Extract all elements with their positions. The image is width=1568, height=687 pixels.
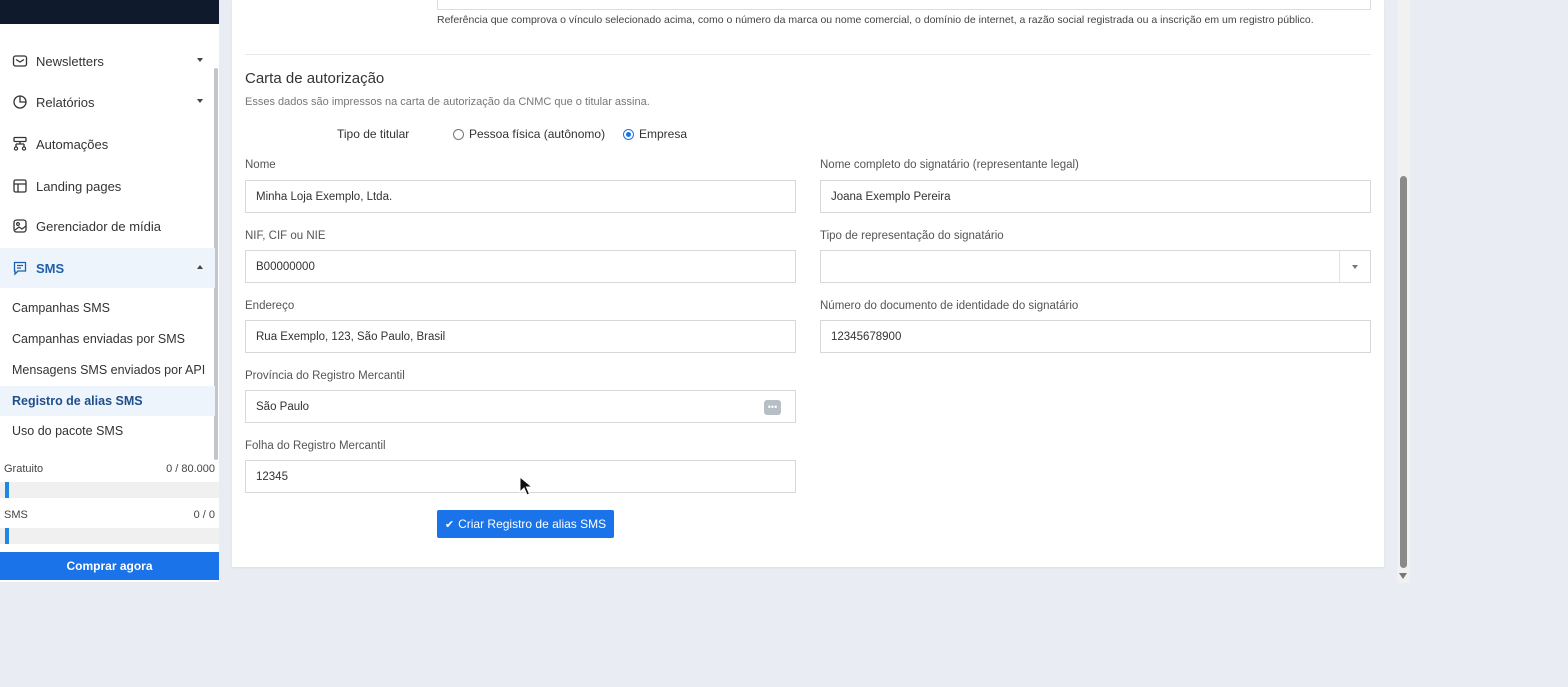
signatory-name-input[interactable]: Joana Exemplo Pereira [820, 180, 1371, 213]
form-card: Referência que comprova o vínculo seleci… [232, 0, 1384, 567]
id-doc-label: Número do documento de identidade do sig… [820, 300, 1079, 312]
pie-chart-icon [12, 94, 28, 110]
holder-type-label: Tipo de titular [337, 127, 410, 141]
usage-progress-fill [5, 528, 9, 544]
address-input[interactable]: Rua Exemplo, 123, São Paulo, Brasil [245, 320, 796, 353]
name-input[interactable]: Minha Loja Exemplo, Ltda. [245, 180, 796, 213]
section-description: Esses dados são impressos na carta de au… [245, 96, 650, 108]
id-doc-value: 12345678900 [831, 330, 902, 343]
sheet-value: 12345 [256, 470, 288, 483]
section-divider [245, 54, 1371, 55]
sidebar-item-landing-pages[interactable]: Landing pages [0, 166, 215, 206]
usage-row-sms: SMS 0 / 0 [4, 509, 215, 521]
more-options-icon[interactable]: ••• [764, 400, 781, 415]
sidebar-item-label: Automações [36, 136, 109, 152]
automation-icon [12, 136, 28, 152]
chevron-down-icon[interactable] [1339, 251, 1370, 282]
sidebar-item-label: Relatórios [36, 94, 95, 110]
address-label: Endereço [245, 300, 295, 312]
province-label: Província do Registro Mercantil [245, 370, 405, 382]
chevron-down-icon [197, 99, 203, 103]
scroll-down-arrow-icon[interactable] [1399, 573, 1407, 579]
sidebar-item-newsletters[interactable]: Newsletters [0, 41, 215, 81]
radio-checked-icon [623, 128, 634, 140]
usage-progress-sms [0, 528, 219, 544]
usage-value: 0 / 0 [193, 509, 215, 521]
sidebar-topbar [0, 0, 219, 24]
signatory-name-value: Joana Exemplo Pereira [831, 190, 951, 203]
radio-unchecked-icon [453, 128, 464, 140]
province-value: São Paulo [256, 400, 310, 413]
sidebar-item-label: Landing pages [36, 178, 122, 194]
usage-progress-free [0, 482, 219, 498]
image-icon [12, 218, 28, 234]
sidebar-subitem-sent-sms-campaigns[interactable]: Campanhas enviadas por SMS [0, 324, 215, 354]
sidebar-item-sms[interactable]: SMS [0, 248, 215, 288]
sidebar-subitem-sms-package-usage[interactable]: Uso do pacote SMS [0, 416, 215, 446]
sidebar-item-label: Gerenciador de mídia [36, 218, 162, 234]
create-alias-button[interactable]: ✔ Criar Registro de alias SMS [437, 510, 614, 538]
nif-label: NIF, CIF ou NIE [245, 230, 326, 242]
province-input[interactable]: São Paulo ••• [245, 390, 796, 423]
sidebar-subitem-sms-alias-registry[interactable]: Registro de alias SMS [0, 386, 215, 416]
chevron-up-icon [197, 265, 203, 269]
name-label: Nome [245, 159, 276, 171]
usage-label: Gratuito [4, 463, 44, 475]
usage-row-free: Gratuito 0 / 80.000 [4, 463, 215, 475]
nif-input[interactable]: B00000000 [245, 250, 796, 283]
layout-icon [12, 178, 28, 194]
sidebar-subitem-api-sms-messages[interactable]: Mensagens SMS enviados por API [0, 355, 215, 385]
address-value: Rua Exemplo, 123, São Paulo, Brasil [256, 330, 446, 343]
usage-value: 0 / 80.000 [166, 463, 215, 475]
nif-value: B00000000 [256, 260, 315, 273]
usage-progress-fill [5, 482, 9, 498]
check-icon: ✔ [444, 518, 455, 531]
section-title: Carta de autorização [245, 70, 385, 87]
id-doc-input[interactable]: 12345678900 [820, 320, 1371, 353]
name-value: Minha Loja Exemplo, Ltda. [256, 190, 393, 203]
representation-select[interactable] [820, 250, 1371, 283]
sidebar-subitem-sms-campaigns[interactable]: Campanhas SMS [0, 293, 215, 323]
mouse-cursor-icon [519, 476, 533, 496]
chevron-down-icon [197, 58, 203, 62]
radio-company[interactable]: Empresa [623, 127, 687, 141]
sidebar-item-label: Newsletters [36, 53, 104, 69]
sidebar-item-automations[interactable]: Automações [0, 124, 215, 164]
buy-now-button[interactable]: Comprar agora [0, 552, 219, 580]
reference-help-text: Referência que comprova o vínculo seleci… [437, 14, 1314, 26]
sms-icon [12, 260, 28, 276]
usage-label: SMS [4, 509, 28, 521]
signatory-name-label: Nome completo do signatário (representan… [820, 159, 1079, 171]
reference-input[interactable] [437, 0, 1371, 10]
page-scrollbar-thumb[interactable] [1400, 176, 1407, 568]
representation-label: Tipo de representação do signatário [820, 230, 1004, 242]
radio-label: Pessoa física (autônomo) [469, 127, 606, 141]
sheet-label: Folha do Registro Mercantil [245, 440, 386, 452]
sidebar-item-reports[interactable]: Relatórios [0, 82, 215, 122]
sidebar: Newsletters Relatórios Automações Landin… [0, 0, 219, 582]
create-alias-button-label: Criar Registro de alias SMS [458, 517, 607, 531]
newsletter-icon [12, 53, 28, 69]
sidebar-item-media-manager[interactable]: Gerenciador de mídia [0, 206, 215, 246]
sidebar-item-label: SMS [36, 260, 65, 276]
radio-label: Empresa [639, 127, 688, 141]
radio-individual[interactable]: Pessoa física (autônomo) [453, 127, 605, 141]
